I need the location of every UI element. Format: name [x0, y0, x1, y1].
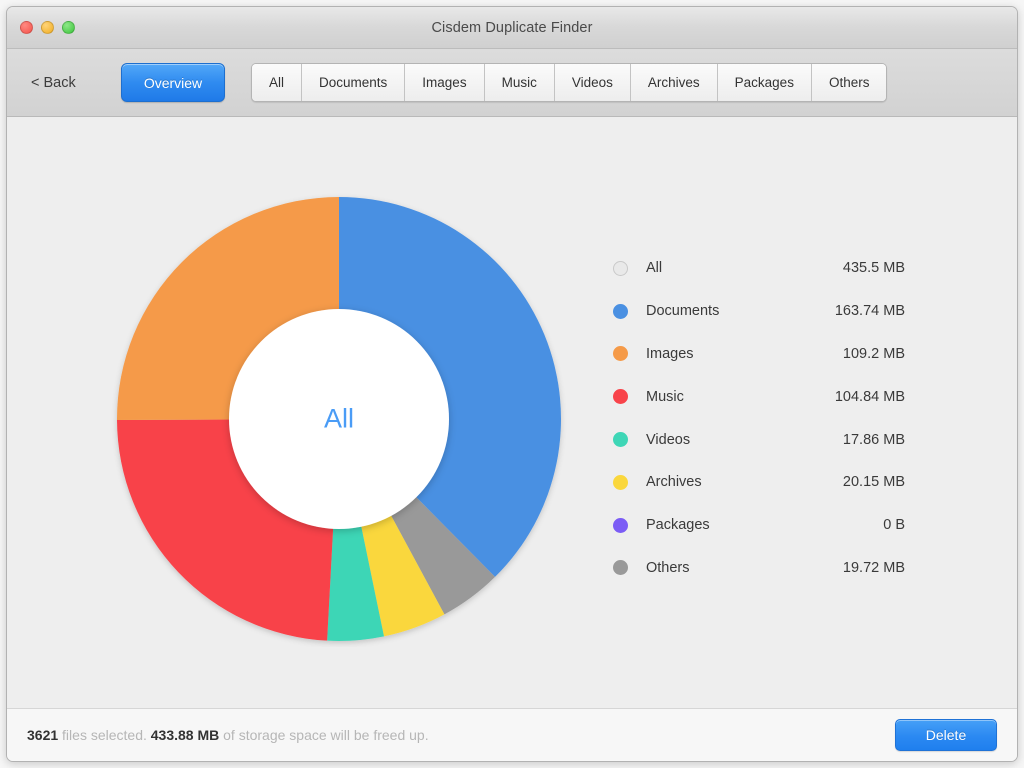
status-size: 433.88 MB [151, 727, 219, 743]
status-count-suffix: files selected. [58, 727, 151, 743]
legend-value-all: 435.5 MB [843, 260, 905, 276]
legend-row-archives[interactable]: Archives 20.15 MB [613, 461, 905, 504]
status-message: 3621 files selected. 433.88 MB of storag… [27, 727, 895, 743]
category-tab-group: All Documents Images Music Videos Archiv… [251, 63, 887, 102]
legend-swatch-archives [613, 475, 628, 490]
tab-packages[interactable]: Packages [718, 64, 812, 101]
window-titlebar: Cisdem Duplicate Finder [7, 7, 1017, 49]
application-window: Cisdem Duplicate Finder < Back Overview … [6, 6, 1018, 762]
content-area: All All 435.5 MB Documents 163.74 MB Ima… [7, 117, 1017, 708]
legend-swatch-all [613, 261, 628, 276]
tab-videos[interactable]: Videos [555, 64, 631, 101]
legend-value-images: 109.2 MB [843, 346, 905, 362]
window-title: Cisdem Duplicate Finder [7, 20, 1017, 36]
legend-swatch-images [613, 346, 628, 361]
tab-archives[interactable]: Archives [631, 64, 718, 101]
toolbar: < Back Overview All Documents Images Mus… [7, 49, 1017, 117]
legend-swatch-others [613, 560, 628, 575]
status-bar: 3621 files selected. 433.88 MB of storag… [7, 708, 1017, 761]
legend-value-music: 104.84 MB [835, 389, 905, 405]
legend-label-all: All [646, 260, 843, 276]
legend-swatch-packages [613, 518, 628, 533]
legend-row-images[interactable]: Images 109.2 MB [613, 333, 905, 376]
legend-row-all[interactable]: All 435.5 MB [613, 247, 905, 290]
legend-value-documents: 163.74 MB [835, 303, 905, 319]
legend-row-others[interactable]: Others 19.72 MB [613, 547, 905, 590]
maximize-window-button[interactable] [62, 21, 75, 34]
legend-value-videos: 17.86 MB [843, 432, 905, 448]
tab-images[interactable]: Images [405, 64, 484, 101]
close-window-button[interactable] [20, 21, 33, 34]
donut-center-hole [229, 309, 449, 529]
legend-label-documents: Documents [646, 303, 835, 319]
status-file-count: 3621 [27, 727, 58, 743]
legend-value-others: 19.72 MB [843, 560, 905, 576]
legend-label-images: Images [646, 346, 843, 362]
legend-row-documents[interactable]: Documents 163.74 MB [613, 290, 905, 333]
legend-swatch-music [613, 389, 628, 404]
legend-row-music[interactable]: Music 104.84 MB [613, 375, 905, 418]
legend-swatch-documents [613, 304, 628, 319]
legend-row-packages[interactable]: Packages 0 B [613, 504, 905, 547]
donut-chart-svg [111, 191, 567, 647]
storage-donut-chart: All [111, 191, 567, 647]
tab-documents[interactable]: Documents [302, 64, 405, 101]
status-size-suffix: of storage space will be freed up. [219, 727, 428, 743]
legend-swatch-videos [613, 432, 628, 447]
traffic-lights [20, 7, 75, 48]
legend-row-videos[interactable]: Videos 17.86 MB [613, 418, 905, 461]
legend-label-packages: Packages [646, 517, 883, 533]
tab-others[interactable]: Others [812, 64, 887, 101]
app-root: Cisdem Duplicate Finder < Back Overview … [0, 0, 1024, 768]
overview-button[interactable]: Overview [121, 63, 225, 102]
legend-value-archives: 20.15 MB [843, 474, 905, 490]
legend-label-others: Others [646, 560, 843, 576]
legend-label-archives: Archives [646, 474, 843, 490]
delete-button[interactable]: Delete [895, 719, 997, 751]
minimize-window-button[interactable] [41, 21, 54, 34]
legend-label-music: Music [646, 389, 835, 405]
legend-label-videos: Videos [646, 432, 843, 448]
back-button[interactable]: < Back [25, 75, 117, 91]
tab-all[interactable]: All [252, 64, 302, 101]
tab-music[interactable]: Music [485, 64, 555, 101]
legend-value-packages: 0 B [883, 517, 905, 533]
storage-legend: All 435.5 MB Documents 163.74 MB Images … [613, 247, 905, 589]
